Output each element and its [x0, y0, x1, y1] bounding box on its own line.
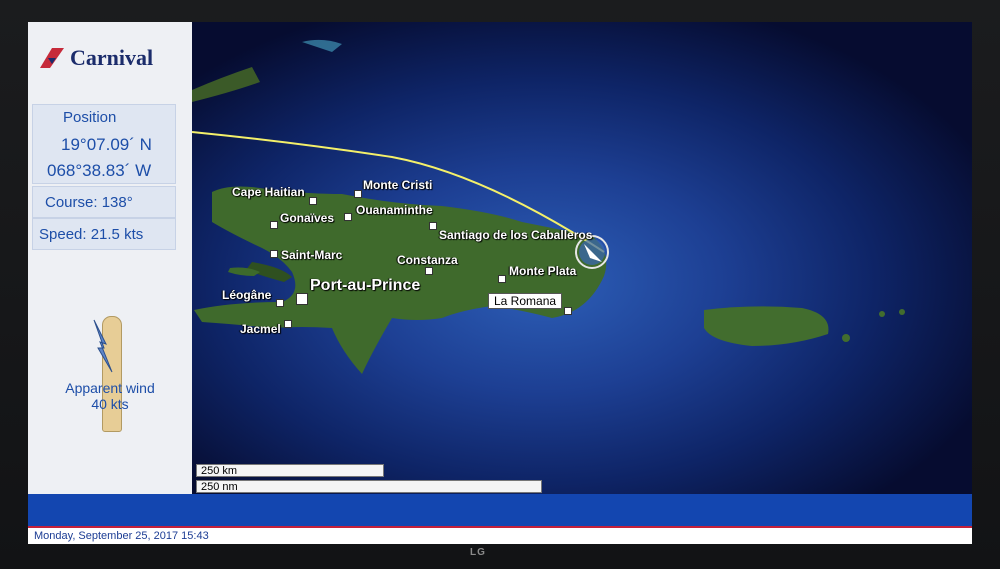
city-marker-ouanaminthe[interactable] — [344, 213, 352, 221]
city-marker-jacmel[interactable] — [284, 320, 292, 328]
position-panel: Position 19°07.09´ N 068°38.83´ W — [32, 104, 176, 184]
city-label-santiago: Santiago de los Caballeros — [439, 228, 593, 242]
longitude-value: 068°38.83´ W — [47, 161, 152, 180]
info-sidebar: Carnival Position 19°07.09´ N 068°38.83´… — [28, 22, 192, 494]
city-label-port-au-prince: Port-au-Prince — [310, 277, 421, 294]
city-marker-constanza[interactable] — [425, 267, 433, 275]
city-label-monte-plata: Monte Plata — [509, 264, 577, 278]
tv-frame: Carnival Position 19°07.09´ N 068°38.83´… — [0, 0, 1000, 569]
city-marker-port-au-prince[interactable] — [296, 293, 308, 305]
speed-panel: Speed: 21.5 kts — [32, 218, 176, 250]
wind-label-speed: 40 kts — [91, 396, 129, 412]
city-label-cape-haitian: Cape Haitian — [232, 185, 305, 199]
city-label-la-romana: La Romana — [488, 293, 563, 309]
city-marker-monte-cristi[interactable] — [354, 190, 362, 198]
city-label-ouanaminthe: Ouanaminthe — [356, 203, 433, 217]
city-label-constanza: Constanza — [397, 253, 458, 267]
carnival-logo: Carnival — [38, 40, 188, 76]
city-label-monte-cristi: Monte Cristi — [363, 178, 433, 192]
city-label-jacmel: Jacmel — [240, 322, 281, 336]
city-marker-gonaives[interactable] — [270, 221, 278, 229]
course-panel: Course: 138° — [32, 186, 176, 218]
screen: Carnival Position 19°07.09´ N 068°38.83´… — [28, 22, 972, 544]
city-label-gonaives: Gonaïves — [280, 211, 335, 225]
city-marker-monte-plata[interactable] — [498, 275, 506, 283]
latitude-value: 19°07.09´ N — [61, 135, 152, 154]
logo-text: Carnival — [70, 45, 154, 70]
scale-bar-km: 250 km — [196, 464, 384, 477]
position-title: Position — [63, 109, 117, 126]
status-bar: Monday, September 25, 2017 15:43 — [28, 528, 972, 544]
city-marker-saint-marc[interactable] — [270, 250, 278, 258]
city-marker-santiago[interactable] — [429, 222, 437, 230]
bottom-band — [28, 494, 972, 528]
scale-bar-nm: 250 nm — [196, 480, 542, 493]
city-label-saint-marc: Saint-Marc — [281, 248, 343, 262]
speed-value: Speed: 21.5 kts — [39, 226, 144, 243]
tv-brand-logo: LG — [470, 547, 486, 558]
city-label-leogane: Léogâne — [222, 288, 272, 302]
apparent-wind-label: Apparent wind 40 kts — [28, 380, 192, 412]
wind-label-title: Apparent wind — [65, 380, 155, 396]
city-marker-leogane[interactable] — [276, 299, 284, 307]
wind-direction-icon — [93, 319, 113, 373]
city-marker-cape-haitian[interactable] — [309, 197, 317, 205]
city-marker-la-romana[interactable] — [564, 307, 572, 315]
funnel-logo-icon — [40, 48, 64, 68]
datetime-text: Monday, September 25, 2017 15:43 — [34, 530, 209, 542]
map-view[interactable]: Cape Haitian Monte Cristi Gonaïves Ouana… — [192, 22, 972, 494]
course-value: Course: 138° — [45, 194, 133, 211]
